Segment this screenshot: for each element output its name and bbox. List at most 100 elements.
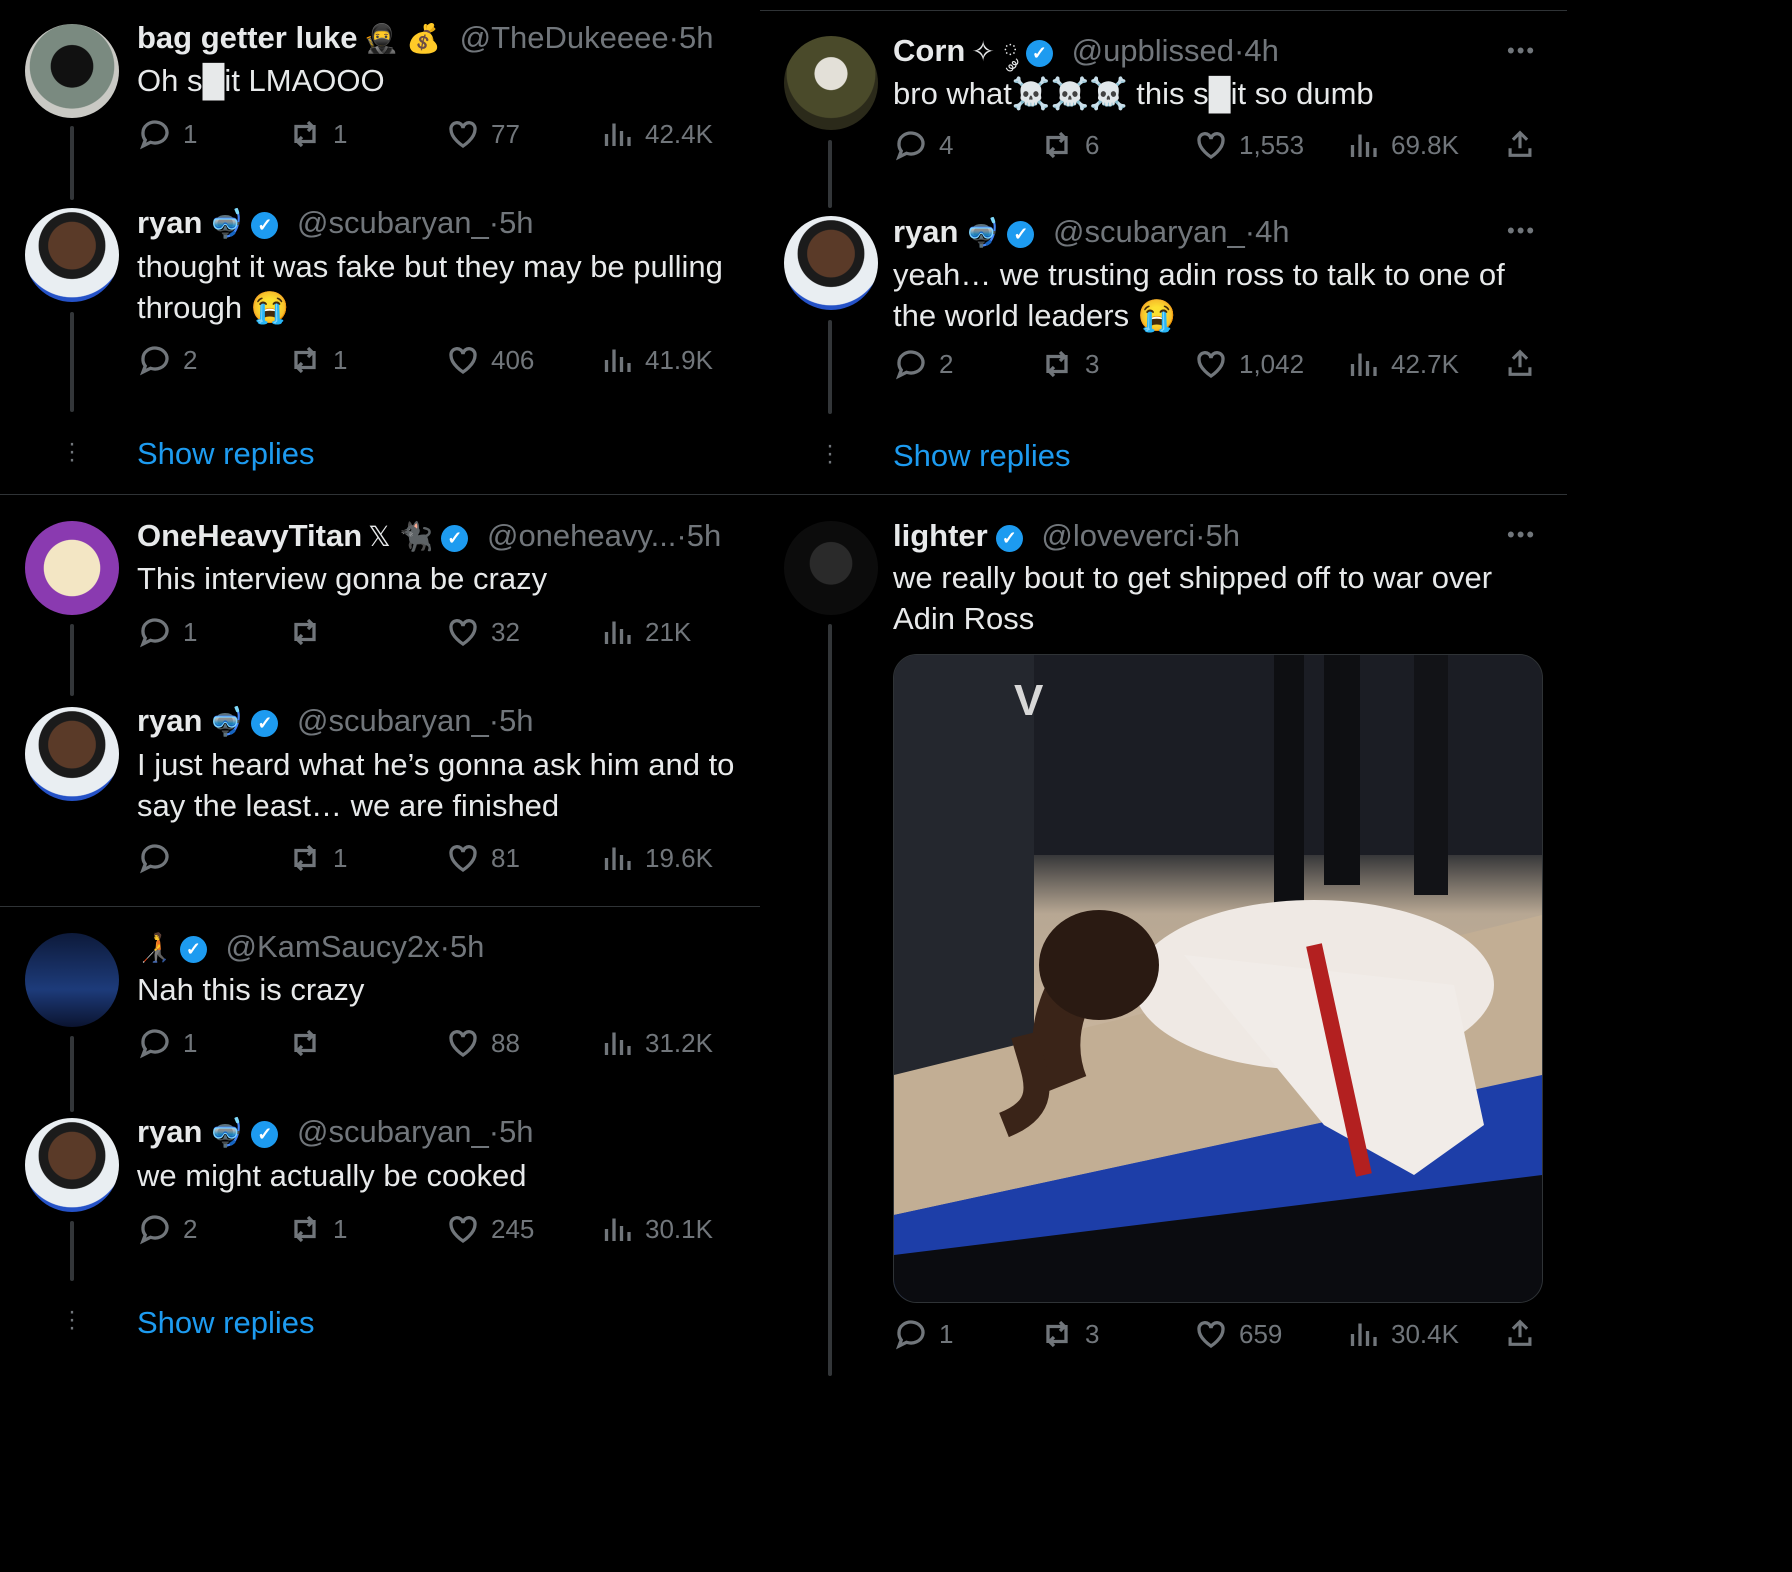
tweet-media-image[interactable]: V: [893, 654, 1543, 1303]
like-button[interactable]: 1,553: [1193, 127, 1304, 163]
retweet-button[interactable]: [287, 1025, 333, 1061]
retweet-button[interactable]: 6: [1039, 127, 1099, 163]
avatar[interactable]: [25, 707, 119, 801]
right-column: Corn ✧ ༘ ✓ @upblissed·4h ••• bro what☠️☠️☠…: [760, 0, 1567, 1376]
tweet-header: ryan 🤿 ✓ @scubaryan_·5h: [137, 1114, 534, 1151]
share-button[interactable]: [1503, 127, 1537, 161]
display-name[interactable]: ryan: [137, 703, 202, 738]
more-options-icon[interactable]: •••: [1507, 522, 1536, 548]
avatar[interactable]: [784, 521, 878, 615]
views-button[interactable]: 42.4K: [599, 116, 713, 152]
reply-button[interactable]: 1: [137, 614, 197, 650]
action-bar: 1 81 19.6K: [137, 840, 737, 880]
views-button[interactable]: 30.1K: [599, 1211, 713, 1247]
handle[interactable]: @scubaryan_: [297, 1114, 489, 1149]
retweet-button[interactable]: 1: [287, 840, 347, 876]
more-options-icon[interactable]: •••: [1507, 38, 1536, 64]
display-name[interactable]: OneHeavyTitan: [137, 518, 362, 553]
timestamp[interactable]: 4h: [1244, 33, 1278, 68]
handle[interactable]: @loveverci: [1041, 518, 1195, 553]
view-count: 30.1K: [645, 1213, 713, 1244]
thread-connector: [70, 312, 74, 412]
tweet-text: I just heard what he’s gonna ask him and…: [137, 747, 735, 823]
more-options-icon[interactable]: •••: [1507, 218, 1536, 244]
share-button[interactable]: [1503, 346, 1537, 380]
avatar[interactable]: [25, 208, 119, 302]
views-button[interactable]: 31.2K: [599, 1025, 713, 1061]
display-name[interactable]: ryan: [137, 205, 202, 240]
thread-more-dots: · · ·: [826, 432, 834, 475]
retweet-button[interactable]: 1: [287, 1211, 347, 1247]
views-button[interactable]: 69.8K: [1345, 127, 1459, 163]
views-button[interactable]: 21K: [599, 614, 691, 650]
retweet-button[interactable]: 3: [1039, 346, 1099, 382]
timestamp[interactable]: 5h: [1205, 518, 1239, 553]
separator: [760, 10, 1567, 11]
like-button[interactable]: 659: [1193, 1316, 1282, 1352]
retweet-count: 6: [1085, 129, 1100, 160]
retweet-button[interactable]: [287, 614, 333, 650]
display-name[interactable]: Corn: [893, 33, 965, 68]
views-button[interactable]: 19.6K: [599, 840, 713, 876]
reply-icon: [139, 120, 169, 150]
avatar[interactable]: [25, 521, 119, 615]
reply-button[interactable]: 1: [137, 116, 197, 152]
reply-button[interactable]: 2: [137, 1211, 197, 1247]
heart-icon: [1197, 1321, 1225, 1348]
retweet-button[interactable]: 1: [287, 116, 347, 152]
views-button[interactable]: 42.7K: [1345, 346, 1459, 382]
timestamp[interactable]: 5h: [687, 518, 721, 553]
avatar[interactable]: [25, 933, 119, 1027]
handle[interactable]: @scubaryan_: [297, 205, 489, 240]
reply-button[interactable]: 1: [137, 1025, 197, 1061]
timestamp[interactable]: 5h: [499, 205, 533, 240]
like-button[interactable]: 406: [445, 342, 534, 378]
handle[interactable]: @oneheavy...: [487, 518, 676, 553]
display-name[interactable]: lighter: [893, 518, 988, 553]
like-button[interactable]: 32: [445, 614, 520, 650]
like-button[interactable]: 1,042: [1193, 346, 1304, 382]
avatar[interactable]: [784, 36, 878, 130]
timestamp[interactable]: 5h: [499, 1114, 533, 1149]
show-replies-link[interactable]: Show replies: [137, 436, 314, 472]
reply-button[interactable]: 1: [893, 1316, 953, 1352]
name-emoji: ✧ ༘: [971, 36, 1018, 67]
reply-button[interactable]: [137, 840, 183, 876]
timestamp[interactable]: 4h: [1255, 214, 1289, 249]
avatar[interactable]: [784, 216, 878, 310]
show-replies-link[interactable]: Show replies: [137, 1305, 314, 1341]
separator-dot: ·: [1234, 33, 1245, 68]
handle[interactable]: @upblissed: [1072, 33, 1234, 68]
views-button[interactable]: 41.9K: [599, 342, 713, 378]
retweet-button[interactable]: 3: [1039, 1316, 1099, 1352]
reply-button[interactable]: 2: [893, 346, 953, 382]
share-button[interactable]: [1503, 1316, 1537, 1350]
thread-connector: [828, 140, 832, 208]
timestamp[interactable]: 5h: [499, 703, 533, 738]
reply-button[interactable]: 4: [893, 127, 953, 163]
handle[interactable]: @scubaryan_: [1053, 214, 1245, 249]
like-button[interactable]: 88: [445, 1025, 520, 1061]
views-button[interactable]: 30.4K: [1345, 1316, 1459, 1352]
handle[interactable]: @TheDukeeee: [460, 20, 669, 55]
display-name[interactable]: ryan: [137, 1114, 202, 1149]
share-icon: [1508, 1319, 1532, 1346]
verified-badge-icon: ✓: [251, 1121, 279, 1148]
like-button[interactable]: 77: [445, 116, 520, 152]
timestamp[interactable]: 5h: [450, 929, 484, 964]
retweet-button[interactable]: 1: [287, 342, 347, 378]
handle[interactable]: @scubaryan_: [297, 703, 489, 738]
avatar[interactable]: [25, 1118, 119, 1212]
like-button[interactable]: 245: [445, 1211, 534, 1247]
separator-dot: ·: [1244, 214, 1256, 249]
show-replies-link[interactable]: Show replies: [893, 438, 1070, 474]
reply-button[interactable]: 2: [137, 342, 197, 378]
like-button[interactable]: 81: [445, 840, 520, 876]
handle[interactable]: @KamSaucy2x: [226, 929, 440, 964]
display-name[interactable]: bag getter luke: [137, 20, 358, 55]
retweet-count: 1: [333, 1213, 348, 1244]
timestamp[interactable]: 5h: [679, 20, 713, 55]
display-name[interactable]: ryan: [893, 214, 958, 249]
share-icon: [1508, 349, 1532, 376]
avatar[interactable]: [25, 24, 119, 118]
